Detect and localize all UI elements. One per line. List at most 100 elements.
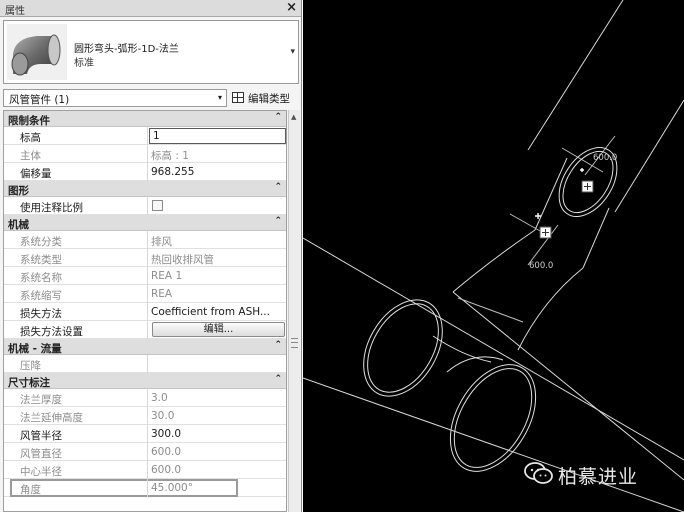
property-row-system-name: 系统名称 REA 1 xyxy=(4,267,286,285)
section-label: 图形 xyxy=(8,185,29,197)
property-label: 偏移量 xyxy=(20,168,52,180)
flange-thickness-value: 3.0 xyxy=(151,392,168,404)
collapse-icon: ⌃ xyxy=(274,374,282,384)
upper-connector-grip xyxy=(580,168,594,193)
main-duct-edge xyxy=(452,291,684,481)
instance-filter-value: 风管管件 (1) xyxy=(9,94,70,106)
property-label: 风管半径 xyxy=(20,430,62,442)
elbow-edge xyxy=(534,157,568,231)
property-row-host: 主体 标高 : 1 xyxy=(4,145,286,163)
property-label: 系统名称 xyxy=(20,272,62,284)
section-graphics[interactable]: 图形 ⌃ xyxy=(4,181,286,197)
lower-left-flange xyxy=(363,299,443,397)
type-name: 标准 xyxy=(74,58,94,69)
duct-drawing: 600.0 600.0 xyxy=(303,0,684,512)
close-icon[interactable]: × xyxy=(286,0,297,15)
loss-method-value[interactable]: Coefficient from ASH... xyxy=(151,306,285,318)
section-dimensions[interactable]: 尺寸标注 ⌃ xyxy=(4,373,286,389)
section-mechanical-flow[interactable]: 机械 - 流量 ⌃ xyxy=(4,339,286,355)
properties-title-bar: 属性 × xyxy=(0,0,301,17)
property-row-angle[interactable]: 角度 45.000° xyxy=(4,479,286,497)
property-row-loss-method[interactable]: 损失方法 Coefficient from ASH... xyxy=(4,303,286,321)
watermark: 柏慕进业 xyxy=(524,460,674,488)
property-label: 使用注释比例 xyxy=(20,202,83,214)
watermark-text: 柏慕进业 xyxy=(558,466,639,488)
property-label: 主体 xyxy=(20,150,41,162)
property-label: 法兰延伸高度 xyxy=(20,412,83,424)
property-label: 标高 xyxy=(20,132,41,144)
property-label: 压降 xyxy=(20,360,41,372)
property-label: 风管直径 xyxy=(20,448,62,460)
section-mechanical[interactable]: 机械 ⌃ xyxy=(4,215,286,231)
elbow-edge xyxy=(517,267,584,351)
edit-loss-method-button[interactable]: 编辑... xyxy=(152,322,285,337)
property-label: 系统缩写 xyxy=(20,290,62,302)
scrollbar-grip[interactable] xyxy=(291,338,298,348)
system-name-value: REA 1 xyxy=(151,270,183,282)
property-label: 系统类型 xyxy=(20,254,62,266)
edit-type-button[interactable]: 编辑类型 xyxy=(232,89,299,107)
dimension-label[interactable]: 600.0 xyxy=(593,153,617,163)
family-name: 圆形弯头-弧形-1D-法兰 xyxy=(74,44,179,55)
main-duct-edge xyxy=(303,237,684,461)
chevron-down-icon[interactable]: ▾ xyxy=(290,47,295,57)
property-row-system-classification: 系统分类 排风 xyxy=(4,231,286,249)
duct-radius-value[interactable]: 300.0 xyxy=(151,428,285,440)
collapse-icon: ⌃ xyxy=(274,340,282,350)
collapse-icon: ⌃ xyxy=(274,216,282,226)
instance-filter-dropdown[interactable]: 风管管件 (1) ▾ xyxy=(3,89,227,107)
elbow-edge xyxy=(452,229,536,293)
level-field[interactable]: 1 xyxy=(149,128,286,144)
property-label: 损失方法设置 xyxy=(20,326,83,338)
dimension-line xyxy=(457,297,524,323)
annotation-scale-checkbox[interactable] xyxy=(152,200,163,211)
property-row-center-radius: 中心半径 600.0 xyxy=(4,461,286,479)
property-row-flange-extension: 法兰延伸高度 30.0 xyxy=(4,407,286,425)
property-label: 中心半径 xyxy=(20,466,62,478)
property-row-offset[interactable]: 偏移量 968.255 xyxy=(4,163,286,181)
property-row-system-abbreviation: 系统缩写 REA xyxy=(4,285,286,303)
section-label: 限制条件 xyxy=(8,115,50,127)
section-label: 尺寸标注 xyxy=(8,377,50,389)
edit-type-label: 编辑类型 xyxy=(248,93,290,105)
property-label: 系统分类 xyxy=(20,236,62,248)
elbow-edge xyxy=(446,356,504,373)
host-value: 标高 : 1 xyxy=(151,150,189,162)
elbow-fitting-thumbnail xyxy=(7,24,67,80)
branch-duct-edge xyxy=(614,99,684,213)
property-row-loss-method-settings[interactable]: 损失方法设置 编辑... xyxy=(4,321,286,339)
property-label: 损失方法 xyxy=(20,308,62,320)
flange-extension-value: 30.0 xyxy=(151,410,175,422)
property-row-system-type: 系统类型 热回收排风管 xyxy=(4,249,286,267)
collapse-icon: ⌃ xyxy=(274,182,282,192)
system-abbreviation-value: REA xyxy=(151,288,173,300)
property-row-duct-diameter: 风管直径 600.0 xyxy=(4,443,286,461)
property-grid-scrollbar[interactable]: ▲ xyxy=(288,110,300,512)
dimension-label[interactable]: 600.0 xyxy=(529,261,553,271)
property-row-annotation-scale[interactable]: 使用注释比例 xyxy=(4,197,286,215)
property-grid: 限制条件 ⌃ 标高 1 主体 标高 : 1 偏移量 968.255 图形 ⌃ 使… xyxy=(3,110,287,512)
drawing-viewport[interactable]: 600.0 600.0 xyxy=(303,0,684,512)
properties-panel: 属性 × 圆形弯头-弧形-1D-法兰 标准 ▾ 风管管件 (1) ▾ 编辑类型 … xyxy=(0,0,302,512)
property-row-level[interactable]: 标高 1 xyxy=(4,127,286,145)
property-row-flange-thickness: 法兰厚度 3.0 xyxy=(4,389,286,407)
elbow-edge xyxy=(582,207,610,269)
panel-title: 属性 xyxy=(5,6,25,17)
branch-duct-edge xyxy=(527,0,624,151)
main-duct-edge xyxy=(303,377,684,512)
scroll-up-icon[interactable]: ▲ xyxy=(291,113,296,121)
collapse-icon: ⌃ xyxy=(274,112,282,122)
system-classification-value: 排风 xyxy=(151,236,172,248)
offset-value[interactable]: 968.255 xyxy=(151,166,285,178)
duct-diameter-value: 600.0 xyxy=(151,446,182,458)
level-value: 1 xyxy=(153,130,160,142)
lower-left-flange xyxy=(367,303,439,393)
property-label: 法兰厚度 xyxy=(20,394,62,406)
section-constraints[interactable]: 限制条件 ⌃ xyxy=(4,111,286,127)
property-row-pressure-drop: 压降 xyxy=(4,355,286,373)
type-selector[interactable]: 圆形弯头-弧形-1D-法兰 标准 ▾ xyxy=(3,20,299,84)
angle-value[interactable]: 45.000° xyxy=(151,482,285,494)
center-radius-value: 600.0 xyxy=(151,464,182,476)
section-label: 机械 xyxy=(8,219,29,231)
property-row-duct-radius[interactable]: 风管半径 300.0 xyxy=(4,425,286,443)
